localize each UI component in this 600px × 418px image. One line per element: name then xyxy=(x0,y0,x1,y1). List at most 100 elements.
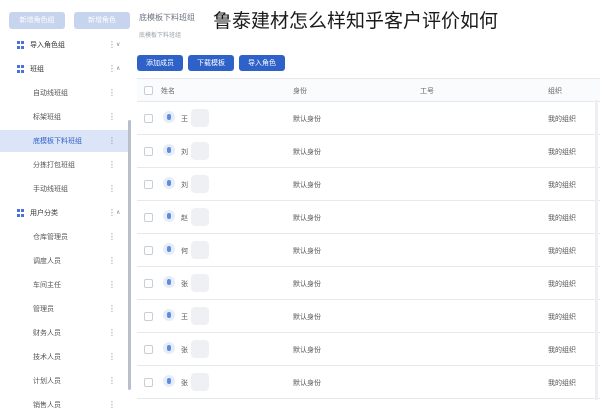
member-role: 默认身份 xyxy=(293,379,321,387)
table-row[interactable]: 张 默认身份 我的组织 xyxy=(137,267,600,300)
table-row[interactable]: 王 默认身份 我的组织 xyxy=(137,300,600,333)
sidebar-item-label: 自动线班组 xyxy=(33,89,68,97)
more-options-icon[interactable]: ⋮ xyxy=(108,346,116,368)
page-subtitle: 底模板下料班组 xyxy=(139,32,182,39)
sidebar-item[interactable]: 销售人员 ⋮ xyxy=(0,394,128,416)
member-org: 我的组织 xyxy=(548,280,576,288)
sidebar-item[interactable]: 技术人员 ⋮ xyxy=(0,346,128,368)
add-role-group-button[interactable]: 新增角色组 xyxy=(9,12,65,29)
toolbar: 添加成员 下载模板 导入角色 xyxy=(137,55,285,71)
avatar xyxy=(163,375,175,387)
more-options-icon[interactable]: ⋮ xyxy=(108,58,116,80)
row-checkbox[interactable] xyxy=(144,378,153,387)
sidebar-item[interactable]: 自动线班组 ⋮ xyxy=(0,82,128,104)
row-checkbox[interactable] xyxy=(144,114,153,123)
member-role: 默认身份 xyxy=(293,313,321,321)
member-role: 默认身份 xyxy=(293,181,321,189)
row-checkbox[interactable] xyxy=(144,246,153,255)
main-scrollbar[interactable] xyxy=(595,100,598,400)
add-user-button[interactable]: 添加成员 xyxy=(137,55,183,71)
more-options-icon[interactable]: ⋮ xyxy=(108,250,116,272)
more-options-icon[interactable]: ⋮ xyxy=(108,226,116,248)
avatar xyxy=(163,177,175,189)
sidebar-item[interactable]: 车间主任 ⋮ xyxy=(0,274,128,296)
more-options-icon[interactable]: ⋮ xyxy=(108,370,116,392)
sidebar-item[interactable]: 管理员 ⋮ xyxy=(0,298,128,320)
avatar xyxy=(163,309,175,321)
more-options-icon[interactable]: ⋮ xyxy=(108,274,116,296)
sidebar-top-buttons: 新增角色组 新增角色 xyxy=(9,12,130,29)
sidebar-item-label: 调度人员 xyxy=(33,257,61,265)
sidebar-item-label: 导入角色组 xyxy=(30,41,65,49)
page-title: 底模板下料班组 xyxy=(139,13,195,22)
sidebar-item-label: 底模板下料班组 xyxy=(33,137,82,145)
table-row[interactable]: 张 默认身份 我的组织 xyxy=(137,333,600,366)
more-options-icon[interactable]: ⋮ xyxy=(108,202,116,224)
sidebar-item-label: 班组 xyxy=(30,65,44,73)
row-checkbox[interactable] xyxy=(144,312,153,321)
add-role-button[interactable]: 新增角色 xyxy=(74,12,130,29)
sidebar-item-label: 计划人员 xyxy=(33,377,61,385)
sidebar-group[interactable]: 导入角色组 ⋮ ∨ xyxy=(0,34,128,56)
member-name: 刘 xyxy=(181,148,188,156)
avatar xyxy=(163,342,175,354)
sidebar-item[interactable]: 财务人员 ⋮ xyxy=(0,322,128,344)
sidebar-item-label: 管理员 xyxy=(33,305,54,313)
chevron-icon[interactable]: ∨ xyxy=(116,34,120,56)
member-table: 姓名 身份 工号 组织 王默认身份 我的组织刘默认身份 我的组织刘默认身份 我的组织赵… xyxy=(137,78,600,399)
name-redaction xyxy=(191,175,209,193)
name-redaction xyxy=(191,340,209,358)
grid-icon xyxy=(17,65,25,73)
more-options-icon[interactable]: ⋮ xyxy=(108,154,116,176)
avatar xyxy=(163,276,175,288)
name-redaction xyxy=(191,373,209,391)
table-row[interactable]: 王 默认身份 我的组织 xyxy=(137,102,600,135)
sidebar-item[interactable]: 调度人员 ⋮ xyxy=(0,250,128,272)
sidebar-item[interactable]: 标架班组 ⋮ xyxy=(0,106,128,128)
more-options-icon[interactable]: ⋮ xyxy=(108,178,116,200)
row-checkbox[interactable] xyxy=(144,147,153,156)
sidebar-item-label: 用户分类 xyxy=(30,209,58,217)
member-org: 我的组织 xyxy=(548,181,576,189)
row-checkbox[interactable] xyxy=(144,213,153,222)
sidebar-item[interactable]: 底模板下料班组 ⋮ xyxy=(0,130,128,152)
sidebar-group[interactable]: 用户分类 ⋮ ∧ xyxy=(0,202,128,224)
member-org: 我的组织 xyxy=(548,379,576,387)
more-options-icon[interactable]: ⋮ xyxy=(108,130,116,152)
table-header: 姓名 身份 工号 组织 xyxy=(137,78,600,102)
more-options-icon[interactable]: ⋮ xyxy=(108,82,116,104)
more-options-icon[interactable]: ⋮ xyxy=(108,322,116,344)
sidebar-item-label: 财务人员 xyxy=(33,329,61,337)
member-role: 默认身份 xyxy=(293,214,321,222)
table-row[interactable]: 何 默认身份 我的组织 xyxy=(137,234,600,267)
header-org: 组织 xyxy=(548,87,562,95)
sidebar-item[interactable]: 手动线班组 ⋮ xyxy=(0,178,128,200)
sidebar-group[interactable]: 班组 ⋮ ∧ xyxy=(0,58,128,80)
row-checkbox[interactable] xyxy=(144,180,153,189)
header-id: 工号 xyxy=(420,87,434,95)
download-template-button[interactable]: 下载模板 xyxy=(188,55,234,71)
table-row[interactable]: 刘 默认身份 我的组织 xyxy=(137,168,600,201)
name-redaction xyxy=(191,208,209,226)
sidebar-item-label: 手动线班组 xyxy=(33,185,68,193)
select-all-checkbox[interactable] xyxy=(144,86,153,95)
table-row[interactable]: 张 默认身份 我的组织 xyxy=(137,366,600,399)
more-options-icon[interactable]: ⋮ xyxy=(108,34,116,56)
more-options-icon[interactable]: ⋮ xyxy=(108,298,116,320)
row-checkbox[interactable] xyxy=(144,345,153,354)
sidebar-item[interactable]: 分拣打包班组 ⋮ xyxy=(0,154,128,176)
table-row[interactable]: 赵 默认身份 我的组织 xyxy=(137,201,600,234)
table-row[interactable]: 刘 默认身份 我的组织 xyxy=(137,135,600,168)
chevron-icon[interactable]: ∧ xyxy=(116,58,120,80)
chevron-icon[interactable]: ∧ xyxy=(116,202,120,224)
more-options-icon[interactable]: ⋮ xyxy=(108,106,116,128)
sidebar-item[interactable]: 计划人员 ⋮ xyxy=(0,370,128,392)
member-name: 何 xyxy=(181,247,188,255)
sidebar-item[interactable]: 仓库管理员 ⋮ xyxy=(0,226,128,248)
avatar xyxy=(163,243,175,255)
member-org: 我的组织 xyxy=(548,346,576,354)
row-checkbox[interactable] xyxy=(144,279,153,288)
more-options-icon[interactable]: ⋮ xyxy=(108,394,116,416)
sidebar-item-label: 技术人员 xyxy=(33,353,61,361)
import-role-button[interactable]: 导入角色 xyxy=(239,55,285,71)
